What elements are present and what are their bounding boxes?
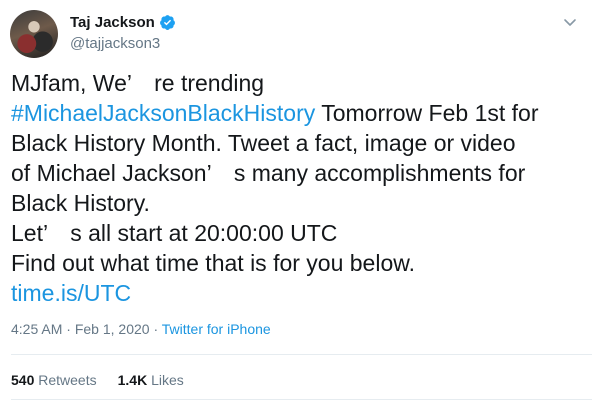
divider (11, 399, 592, 400)
tweet-text-line: Find out what time that is for you below… (11, 248, 586, 278)
retweets-label: Retweets (38, 372, 97, 388)
tweet-text-line: of Michael Jackson’ s many accomplishmen… (11, 158, 586, 188)
tweet-text-segment: Let’ s all start at 20:00:00 UTC (11, 220, 338, 246)
tweet-date[interactable]: Feb 1, 2020 (75, 321, 150, 337)
tweet-card: Taj Jackson @tajjackson3 MJfam, We’ re t… (0, 0, 592, 401)
tweet-text-segment: of Michael Jackson’ s many accomplishmen… (11, 160, 526, 186)
tweet-source[interactable]: Twitter for iPhone (162, 321, 271, 337)
tweet-text: MJfam, We’ re trending #MichaelJacksonBla… (11, 68, 586, 308)
tweet-text-line: Black History. (11, 188, 586, 218)
tweet-text-segment: Tomorrow Feb 1st for (315, 100, 539, 126)
tweet-text-line: MJfam, We’ re trending (11, 68, 586, 98)
tweet-text-line: time.is/UTC (11, 278, 586, 308)
retweets-count: 540 (11, 372, 35, 388)
display-name[interactable]: Taj Jackson (70, 14, 155, 31)
likes-stat[interactable]: 1.4K Likes (118, 372, 184, 388)
display-name-row: Taj Jackson (70, 12, 176, 32)
meta-separator: · (62, 321, 75, 337)
verified-badge-icon (159, 14, 175, 30)
tweet-text-segment: Black History. (11, 190, 150, 216)
tweet-time[interactable]: 4:25 AM (11, 321, 62, 337)
tweet-text-segment: MJfam, We’ re trending (11, 70, 265, 96)
chevron-down-icon[interactable] (562, 14, 578, 30)
tweet-meta: 4:25 AM · Feb 1, 2020 · Twitter for iPho… (11, 321, 271, 337)
tweet-text-line: Black History Month. Tweet a fact, image… (11, 128, 586, 158)
author-info: Taj Jackson @tajjackson3 (70, 12, 176, 52)
tweet-stats: 540 Retweets 1.4K Likes (11, 372, 184, 388)
likes-count: 1.4K (117, 372, 148, 388)
tweet-text-line: Let’ s all start at 20:00:00 UTC (11, 218, 586, 248)
meta-separator: · (149, 321, 162, 337)
divider (11, 354, 592, 355)
tweet-text-line: #MichaelJacksonBlackHistory Tomorrow Feb… (11, 98, 586, 128)
url-link[interactable]: time.is/UTC (11, 280, 131, 306)
likes-label: Likes (151, 372, 184, 388)
handle[interactable]: @tajjackson3 (70, 35, 176, 52)
tweet-text-segment: Find out what time that is for you below… (11, 250, 415, 276)
avatar[interactable] (10, 10, 58, 58)
tweet-text-segment: Black History Month. Tweet a fact, image… (11, 130, 516, 156)
hashtag-link[interactable]: #MichaelJacksonBlackHistory (11, 100, 315, 126)
retweets-stat[interactable]: 540 Retweets (11, 372, 97, 388)
